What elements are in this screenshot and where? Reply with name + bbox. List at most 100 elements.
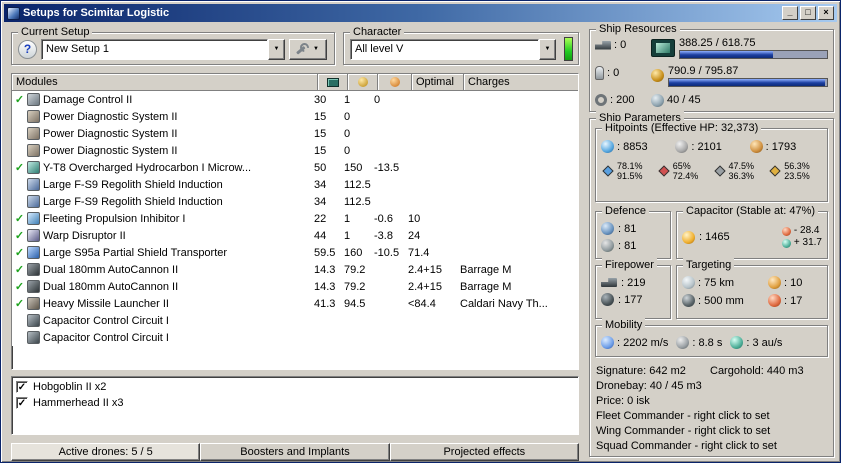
shield-rig-icon bbox=[27, 178, 40, 191]
ship-info: Signature: 642 m2 Cargohold: 440 m3 Dron… bbox=[596, 365, 830, 455]
character-group: Character All level V ▼ bbox=[343, 25, 579, 65]
defence-passive-icon bbox=[601, 222, 614, 235]
wrench-icon bbox=[297, 43, 310, 56]
calibration: : 200 bbox=[595, 92, 647, 108]
maximize-button[interactable]: □ bbox=[800, 6, 816, 20]
help-icon[interactable]: ? bbox=[18, 39, 37, 59]
drone-checkbox[interactable]: ✓ bbox=[16, 381, 28, 393]
armor-resist-value: 23.5% bbox=[784, 171, 810, 181]
module-capacitor-value: -0.6 bbox=[374, 212, 393, 225]
module-cpu-value: 41.3 bbox=[314, 297, 336, 310]
cpu-usage-value: 388.25 / 618.75 bbox=[679, 37, 756, 49]
max-velocity-icon bbox=[601, 336, 614, 349]
close-button[interactable]: × bbox=[818, 6, 834, 20]
firepower-group: Firepower : 219 : 177 bbox=[595, 258, 671, 319]
drone-name: Hammerhead II x3 bbox=[33, 397, 124, 409]
tab-boosters-and-implants[interactable]: Boosters and Implants bbox=[200, 443, 390, 461]
module-row[interactable]: Power Diagnostic System II 15 0 bbox=[12, 125, 578, 142]
setup-tools-button[interactable]: ▼ bbox=[289, 38, 327, 60]
module-row[interactable]: ✓ Damage Control II 30 1 0 bbox=[12, 91, 578, 108]
drone-row[interactable]: ✓ Hobgoblin II x2 bbox=[14, 379, 576, 395]
module-optimal-value: 2.4+15 bbox=[408, 263, 442, 276]
resist-values: 56.3% 23.5% bbox=[784, 161, 810, 181]
armor-resist-value: 72.4% bbox=[672, 171, 699, 181]
drone-checkbox[interactable]: ✓ bbox=[16, 397, 28, 409]
module-row[interactable]: ✓ Warp Disruptor II 44 1 -3.8 24 bbox=[12, 227, 578, 244]
capacitor-recharge-icon bbox=[781, 238, 791, 248]
module-row[interactable]: Power Diagnostic System II 15 0 bbox=[12, 108, 578, 125]
charges-column-header[interactable]: Charges bbox=[464, 74, 578, 90]
targeting-range-icon bbox=[682, 276, 695, 289]
armor-icon bbox=[675, 140, 689, 153]
module-name: Dual 180mm AutoCannon II bbox=[43, 280, 179, 293]
afterburner-icon bbox=[27, 161, 40, 174]
tab-active-drones-5-5[interactable]: Active drones: 5 / 5 bbox=[11, 443, 201, 461]
module-row[interactable]: Capacitor Control Circuit I bbox=[12, 329, 578, 346]
module-row[interactable]: Power Diagnostic System II 15 0 bbox=[12, 142, 578, 159]
drones-list[interactable]: ✓ Hobgoblin II x2 ✓ Hammerhead II x3 bbox=[11, 376, 579, 435]
module-cpu-value: 14.3 bbox=[314, 280, 336, 293]
launcher-hardpoints: : 0 bbox=[595, 65, 647, 81]
module-powergrid-value: 94.5 bbox=[344, 297, 366, 310]
fleet-commander-slot[interactable]: Fleet Commander - right click to set bbox=[596, 410, 830, 425]
cpu-column-header[interactable] bbox=[318, 74, 348, 90]
module-optimal-value: <84.4 bbox=[408, 297, 436, 310]
capacitor-drain: - 28.4 bbox=[781, 225, 822, 237]
powergrid-column-header[interactable] bbox=[348, 74, 378, 90]
modules-table[interactable]: Modules Optimal Charges ✓ Damage Control … bbox=[11, 73, 579, 370]
cpu-resource: 388.25 / 618.75 bbox=[651, 37, 828, 59]
module-row[interactable]: ✓ Large S95a Partial Shield Transporter 59… bbox=[12, 244, 578, 261]
title-bar[interactable]: Setups for Scimitar Logistic _ □ × bbox=[4, 4, 837, 22]
wing-commander-slot[interactable]: Wing Commander - right click to set bbox=[596, 425, 830, 440]
kinetic-resist-icon bbox=[713, 165, 726, 177]
mobility-label: Mobility bbox=[602, 318, 646, 332]
modules-rows: ✓ Damage Control II 30 1 0 Power Diagnostic S… bbox=[12, 91, 578, 346]
capacitor-amount-value: : 1465 bbox=[699, 231, 730, 243]
module-row[interactable]: ✓ Dual 180mm AutoCannon II 14.3 79.2 2.4+15 B… bbox=[12, 261, 578, 278]
optimal-column-header[interactable]: Optimal bbox=[412, 74, 464, 90]
module-cpu-value: 59.5 bbox=[314, 246, 336, 259]
hitpoints-label: Hitpoints (Effective HP: 32,373) bbox=[602, 121, 762, 135]
capacitor-icon bbox=[389, 77, 400, 87]
character-select-arrow-icon[interactable]: ▼ bbox=[539, 38, 556, 60]
module-name: Large F-S9 Regolith Shield Induction bbox=[43, 178, 223, 191]
module-row[interactable]: Large F-S9 Regolith Shield Induction 34 11… bbox=[12, 176, 578, 193]
drone-row[interactable]: ✓ Hammerhead II x3 bbox=[14, 395, 576, 411]
modules-column-header[interactable]: Modules bbox=[12, 74, 318, 90]
module-name: Large F-S9 Regolith Shield Induction bbox=[43, 195, 223, 208]
module-active-check-icon: ✓ bbox=[14, 247, 25, 259]
resist-values: 65% 72.4% bbox=[673, 161, 699, 181]
turret-hardpoints: : 0 bbox=[595, 37, 647, 53]
module-row[interactable]: ✓ Heavy Missile Launcher II 41.3 94.5 <84.4 C… bbox=[12, 295, 578, 312]
cpu-icon bbox=[651, 39, 675, 57]
capacitor-column-header[interactable] bbox=[378, 74, 412, 90]
module-capacitor-value: -3.8 bbox=[374, 229, 393, 242]
module-name: Capacitor Control Circuit I bbox=[43, 331, 169, 344]
character-select-value: All level V bbox=[350, 38, 539, 60]
module-row[interactable]: Large F-S9 Regolith Shield Induction 34 11… bbox=[12, 193, 578, 210]
dps-value: : 177 bbox=[618, 293, 643, 306]
module-active-check-icon: ✓ bbox=[14, 162, 25, 174]
tab-projected-effects[interactable]: Projected effects bbox=[389, 443, 579, 461]
hull-hp-value: : 1793 bbox=[765, 140, 797, 153]
powergrid-usage-bar bbox=[668, 77, 828, 87]
align-time: : 8.8 s bbox=[676, 336, 722, 349]
squad-commander-slot[interactable]: Squad Commander - right click to set bbox=[596, 440, 830, 455]
ship-parameters-group: Ship Parameters Hitpoints (Effective HP:… bbox=[589, 111, 834, 457]
module-active-check-icon: ✓ bbox=[14, 281, 25, 293]
signature-value: Signature: 642 m2 bbox=[596, 365, 686, 377]
character-select[interactable]: All level V ▼ bbox=[350, 38, 556, 60]
setup-select[interactable]: New Setup 1 ▼ bbox=[41, 38, 285, 60]
module-row[interactable]: ✓ Y-T8 Overcharged Hydrocarbon I Microw..… bbox=[12, 159, 578, 176]
module-row[interactable]: ✓ Dual 180mm AutoCannon II 14.3 79.2 2.4+15 B… bbox=[12, 278, 578, 295]
module-row[interactable]: Capacitor Control Circuit I bbox=[12, 312, 578, 329]
setup-select-arrow-icon[interactable]: ▼ bbox=[268, 38, 285, 60]
align-time-icon bbox=[676, 336, 690, 349]
minimize-button[interactable]: _ bbox=[782, 6, 798, 20]
module-optimal-value: 2.4+15 bbox=[408, 280, 442, 293]
ship-resources-group: Ship Resources : 0 : 0 : 200 388.25 / 61… bbox=[589, 22, 834, 112]
mobility-group: Mobility : 2202 m/s : 8.8 s : 3 au/s bbox=[595, 318, 828, 357]
module-row[interactable]: ✓ Fleeting Propulsion Inhibitor I 22 1 -0.6 1… bbox=[12, 210, 578, 227]
defence-active-value: : 81 bbox=[618, 239, 637, 252]
capacitor-group: Capacitor (Stable at: 47%) : 1465 - 28.4… bbox=[676, 204, 828, 259]
